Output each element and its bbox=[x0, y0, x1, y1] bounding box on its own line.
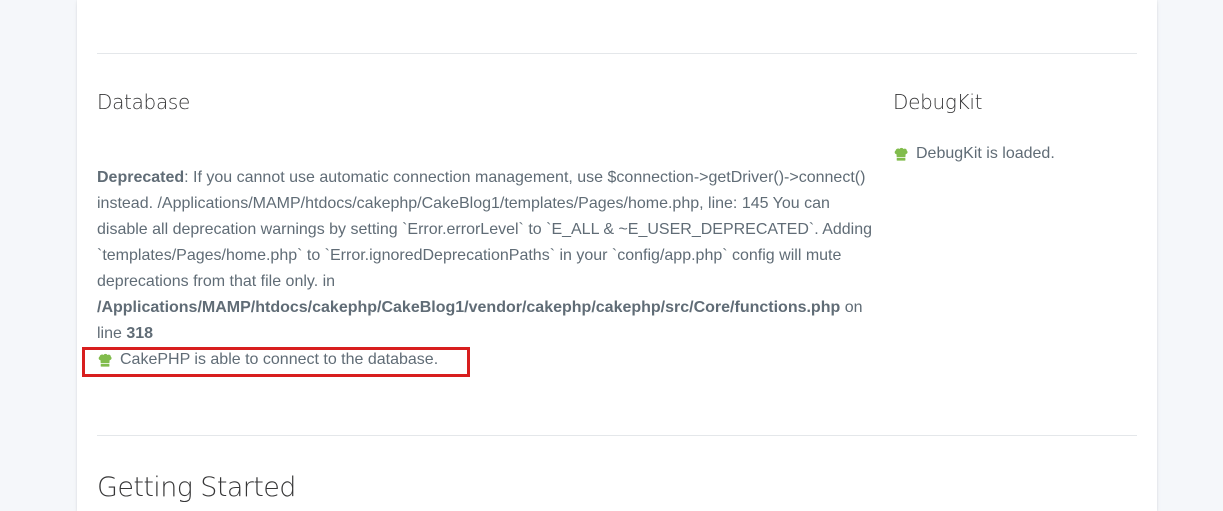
deprecated-label: Deprecated bbox=[97, 169, 185, 186]
deprecation-file-path: /Applications/MAMP/htdocs/cakephp/CakeBl… bbox=[97, 299, 841, 316]
top-divider bbox=[97, 53, 1137, 54]
database-heading: Database bbox=[97, 90, 191, 114]
deprecation-message: : If you cannot use automatic connection… bbox=[97, 169, 873, 290]
highlight-annotation-box bbox=[82, 347, 470, 377]
debugkit-heading: DebugKit bbox=[893, 90, 983, 114]
content-card: Database Deprecated: If you cannot use a… bbox=[77, 0, 1157, 511]
deprecation-line-number: 318 bbox=[126, 325, 154, 342]
chef-hat-icon bbox=[894, 147, 908, 161]
section-divider bbox=[97, 435, 1137, 436]
getting-started-heading: Getting Started bbox=[97, 472, 296, 503]
deprecation-notice: Deprecated: If you cannot use automatic … bbox=[97, 165, 877, 347]
debugkit-status: DebugKit is loaded. bbox=[893, 141, 1055, 167]
debugkit-status-text: DebugKit is loaded. bbox=[916, 145, 1055, 162]
